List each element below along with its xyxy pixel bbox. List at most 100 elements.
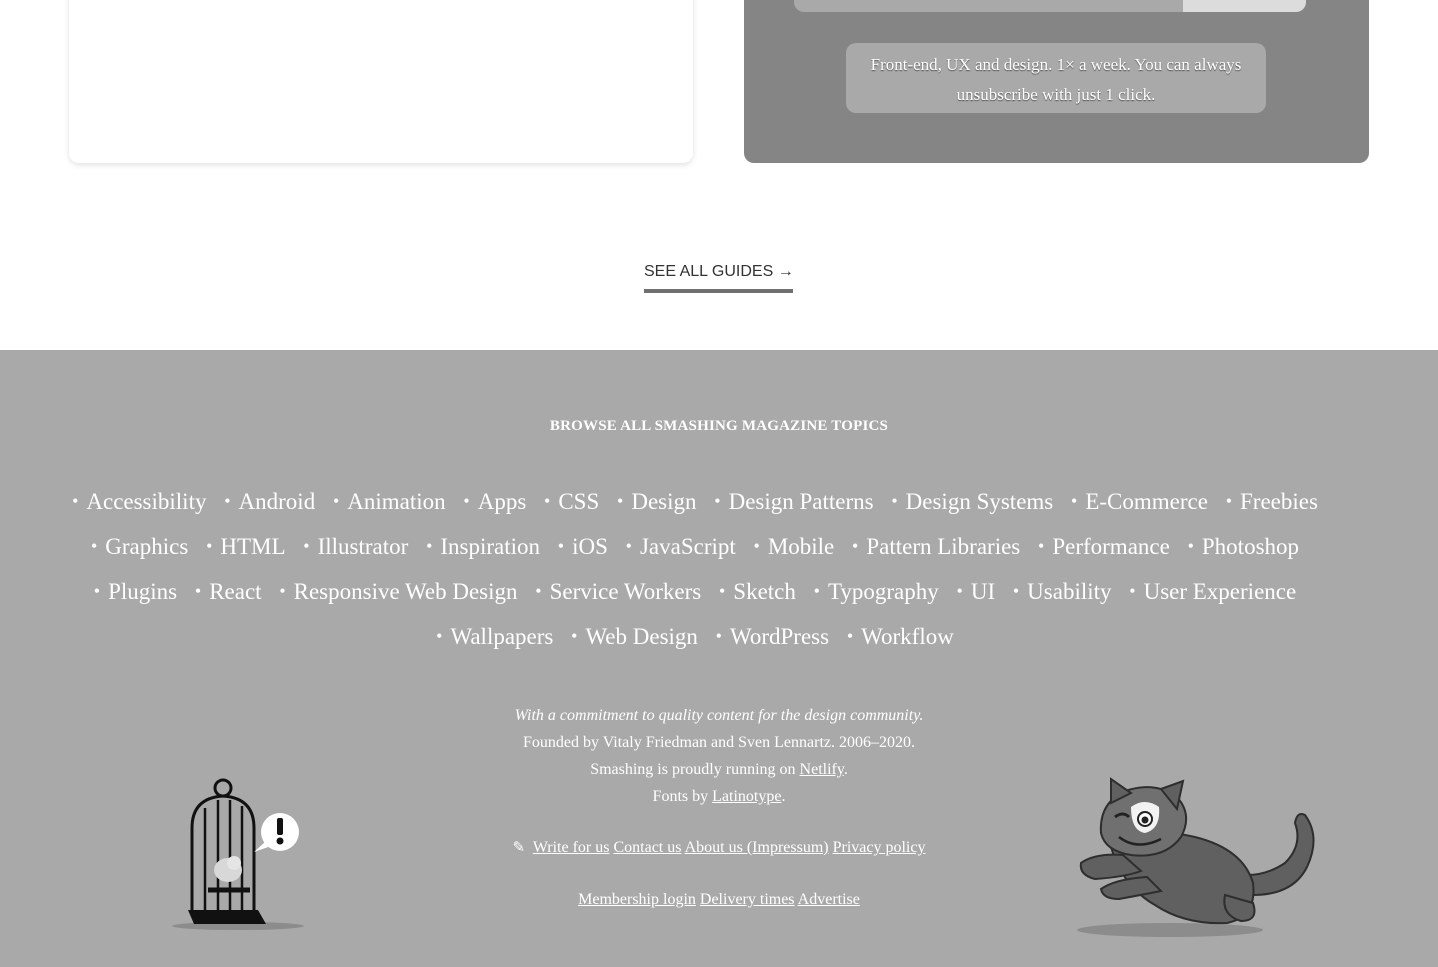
topic-link[interactable]: Design Systems (906, 489, 1054, 514)
topic-link[interactable]: JavaScript (640, 534, 736, 559)
bullet-icon: • (1038, 536, 1045, 556)
bullet-icon: • (194, 581, 202, 601)
topic-link[interactable]: Accessibility (86, 489, 206, 514)
topic-item[interactable]: • iOS (558, 525, 608, 570)
write-for-us-link[interactable]: Write for us (533, 839, 610, 856)
see-all-guides-link[interactable]: SEE ALL GUIDES → (644, 262, 794, 293)
topic-item[interactable]: • Animation (333, 480, 446, 525)
cat-illustration (1077, 777, 1315, 937)
bullet-icon: • (846, 626, 854, 646)
membership-login-link[interactable]: Membership login (578, 891, 696, 908)
topic-link[interactable]: HTML (220, 534, 285, 559)
bullet-icon: • (753, 536, 760, 556)
topic-link[interactable]: Graphics (105, 534, 188, 559)
topic-item[interactable]: • Apps (463, 480, 526, 525)
topic-link[interactable]: Animation (347, 489, 445, 514)
guide-card (69, 0, 693, 163)
about-us-link[interactable]: About us (Impressum) (685, 839, 829, 856)
topic-link[interactable]: Inspiration (440, 534, 540, 559)
bullet-icon: • (813, 581, 820, 601)
topic-item[interactable]: • Workflow (847, 615, 954, 660)
bullet-icon: • (718, 581, 726, 601)
bullet-icon: • (535, 581, 542, 601)
topic-item[interactable]: • E-Commerce (1071, 480, 1208, 525)
topic-item[interactable]: • Illustrator (303, 525, 408, 570)
site-footer: BROWSE ALL SMASHING MAGAZINE TOPICS • Acc… (0, 350, 1438, 967)
topic-link[interactable]: Android (239, 489, 316, 514)
bullet-icon: • (1071, 491, 1078, 511)
topic-item[interactable]: • Design (617, 480, 696, 525)
topic-item[interactable]: • Responsive Web Design (279, 570, 517, 615)
topic-link[interactable]: Illustrator (318, 534, 409, 559)
topic-link[interactable]: Freebies (1240, 489, 1318, 514)
topic-item[interactable]: • Web Design (571, 615, 698, 660)
topic-link[interactable]: Apps (478, 489, 527, 514)
topic-item[interactable]: • HTML (206, 525, 285, 570)
topic-link[interactable]: Sketch (733, 579, 796, 604)
topic-link[interactable]: Pattern Libraries (866, 534, 1020, 559)
topic-item[interactable]: • Inspiration (426, 525, 540, 570)
bullet-icon: • (557, 536, 565, 556)
topic-link[interactable]: Wallpapers (450, 624, 553, 649)
topic-item[interactable]: • Photoshop (1188, 525, 1299, 570)
delivery-times-link[interactable]: Delivery times (700, 891, 795, 908)
topic-item[interactable]: • CSS (544, 480, 599, 525)
topic-item[interactable]: • Usability (1013, 570, 1112, 615)
topic-link[interactable]: Performance (1052, 534, 1170, 559)
topic-link[interactable]: React (209, 579, 261, 604)
topic-link[interactable]: Typography (828, 579, 939, 604)
topic-link[interactable]: WordPress (730, 624, 829, 649)
topic-item[interactable]: • Sketch (719, 570, 796, 615)
topic-item[interactable]: • React (195, 570, 262, 615)
topic-link[interactable]: Mobile (768, 534, 834, 559)
topic-item[interactable]: • WordPress (716, 615, 829, 660)
bullet-icon: • (332, 491, 340, 511)
topic-link[interactable]: Design (631, 489, 696, 514)
topic-item[interactable]: • UI (957, 570, 996, 615)
topic-item[interactable]: • Wallpapers (436, 615, 553, 660)
newsletter-email-input[interactable] (794, 0, 1184, 12)
topic-item[interactable]: • Plugins (94, 570, 177, 615)
topic-link[interactable]: Web Design (585, 624, 697, 649)
privacy-policy-link[interactable]: Privacy policy (833, 839, 926, 856)
bullet-icon: • (224, 491, 231, 511)
topic-item[interactable]: • Pattern Libraries (852, 525, 1020, 570)
topic-item[interactable]: • Graphics (91, 525, 188, 570)
topic-link[interactable]: Design Patterns (729, 489, 874, 514)
bullet-icon: • (714, 491, 721, 511)
topic-link[interactable]: Photoshop (1202, 534, 1299, 559)
topic-link[interactable]: Responsive Web Design (294, 579, 518, 604)
newsletter-note: Front-end, UX and design. 1× a week. You… (846, 43, 1266, 113)
topic-link[interactable]: User Experience (1144, 579, 1297, 604)
topic-link[interactable]: Service Workers (550, 579, 702, 604)
topic-item[interactable]: • Android (224, 480, 315, 525)
topic-item[interactable]: • Design Systems (891, 480, 1053, 525)
topic-link[interactable]: Plugins (108, 579, 177, 604)
advertise-link[interactable]: Advertise (798, 891, 860, 908)
topic-link[interactable]: CSS (558, 489, 599, 514)
topic-item[interactable]: • Freebies (1226, 480, 1318, 525)
latinotype-link[interactable]: Latinotype (712, 788, 781, 805)
topic-item[interactable]: • Performance (1038, 525, 1170, 570)
bullet-icon: • (463, 491, 470, 511)
topic-link[interactable]: Workflow (861, 624, 954, 649)
newsletter-subscribe-button[interactable] (1183, 0, 1306, 12)
contact-us-link[interactable]: Contact us (613, 839, 681, 856)
topic-item[interactable]: • JavaScript (626, 525, 736, 570)
topics-heading: BROWSE ALL SMASHING MAGAZINE TOPICS (549, 418, 889, 434)
topic-link[interactable]: E-Commerce (1085, 489, 1208, 514)
topic-item[interactable]: • Service Workers (535, 570, 701, 615)
bullet-icon: • (206, 536, 213, 556)
topic-item[interactable]: • Mobile (754, 525, 835, 570)
topic-link[interactable]: UI (971, 579, 995, 604)
netlify-link[interactable]: Netlify (800, 761, 844, 778)
topic-item[interactable]: • Accessibility (72, 480, 206, 525)
topic-link[interactable]: Usability (1027, 579, 1111, 604)
newsletter-card: Front-end, UX and design. 1× a week. You… (744, 0, 1369, 163)
bullet-icon: • (891, 491, 898, 511)
topic-item[interactable]: • Design Patterns (714, 480, 873, 525)
pencil-icon: ✎ (512, 840, 526, 856)
topic-link[interactable]: iOS (572, 534, 608, 559)
topic-item[interactable]: • Typography (814, 570, 939, 615)
topic-item[interactable]: • User Experience (1129, 570, 1296, 615)
